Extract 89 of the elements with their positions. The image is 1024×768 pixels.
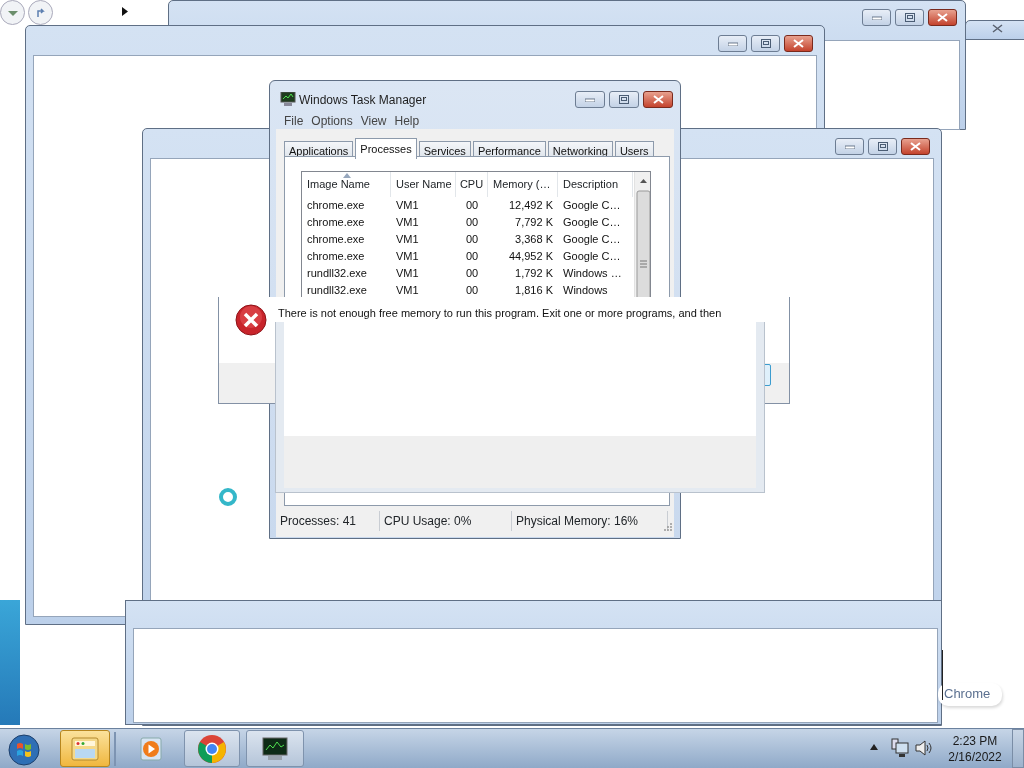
table-cell-text: chrome.exe [306, 232, 366, 248]
maximize-icon [760, 39, 771, 48]
table-cell-text: 00 [464, 283, 480, 299]
maximize-button[interactable] [609, 91, 639, 108]
play-icon [138, 735, 164, 762]
table-cell-text: 1,792 K [514, 266, 554, 282]
monitor-icon [280, 92, 296, 106]
table-cell-text: Windows … [562, 266, 623, 282]
close-button[interactable] [928, 9, 957, 26]
table-cell-text: 00 [464, 215, 480, 231]
table-cell-text: VM1 [395, 198, 420, 214]
maximize-button[interactable] [895, 9, 924, 26]
maximize-icon [619, 95, 629, 104]
table-cell-text: VM1 [395, 232, 420, 248]
close-icon [793, 39, 804, 48]
arrow-icon [34, 7, 47, 20]
maximize-button[interactable] [751, 35, 780, 52]
table-cell-text: VM1 [395, 266, 420, 282]
table-cell-text: rundll32.exe [306, 266, 368, 282]
status-text: CPU Usage: 0% [380, 511, 512, 531]
close-button[interactable] [784, 35, 813, 52]
table-cell-text: rundll32.exe [306, 283, 368, 299]
clock-time[interactable]: 2:23 PM [952, 733, 998, 749]
minimize-button[interactable] [835, 138, 864, 155]
table-cell-text: VM1 [395, 215, 420, 231]
status-text: Processes: 41 [276, 511, 380, 531]
table-cell-text: 1,816 K [514, 283, 554, 299]
menu-item[interactable]: File [280, 112, 308, 130]
close-icon [991, 24, 1003, 33]
table-cell-text: Google C… [562, 249, 622, 265]
table-cell-text: 00 [464, 232, 480, 248]
menu-item[interactable]: View [356, 112, 391, 130]
app-label: Chrome [938, 683, 1003, 706]
close-button[interactable] [901, 138, 930, 155]
minimize-icon [727, 41, 738, 46]
table-cell-text: 12,492 K [507, 198, 554, 214]
table-cell-text: 00 [464, 249, 480, 265]
task-manager-button[interactable] [246, 730, 304, 767]
minimize-button[interactable] [862, 9, 891, 26]
folder-icon [70, 735, 100, 762]
clock-date[interactable]: 2/16/2022 [948, 749, 1002, 765]
table-cell-text: VM1 [395, 249, 420, 265]
minimize-button[interactable] [718, 35, 747, 52]
table-cell-text: chrome.exe [306, 198, 366, 214]
close-icon [937, 13, 948, 22]
maximize-icon [904, 13, 915, 22]
folder-icon-button[interactable] [60, 730, 110, 767]
minimize-icon [585, 97, 595, 102]
chrome-logo-icon [197, 733, 227, 764]
close-button[interactable] [643, 91, 673, 108]
error-message: There is not enough free memory to run this program. Exit one or more programs, and then [278, 306, 722, 320]
error-icon [235, 304, 267, 336]
menu-item[interactable]: Help [390, 112, 424, 130]
table-cell-text: chrome.exe [306, 249, 366, 265]
caret-icon [122, 7, 128, 16]
table-cell-text: Google C… [562, 215, 622, 231]
sort-arrow-icon [343, 173, 351, 178]
maximize-button[interactable] [868, 138, 897, 155]
show-hidden-icons-button[interactable] [870, 744, 878, 750]
table-cell-text: Google C… [562, 198, 622, 214]
menu-item[interactable]: Options [307, 112, 357, 130]
taskbar-separator [114, 732, 116, 766]
close-icon [910, 142, 921, 151]
resize-grip-icon [664, 523, 672, 531]
tab[interactable]: Processes [355, 138, 417, 159]
table-cell-text: VM1 [395, 283, 420, 299]
table-cell-text: Google C… [562, 232, 622, 248]
table-cell-text: 3,368 K [514, 232, 554, 248]
table-cell-text: 44,952 K [507, 249, 554, 265]
maximize-icon [877, 142, 888, 151]
chrome-button[interactable] [184, 730, 240, 767]
table-cell-text: Windows [562, 283, 609, 299]
monitor-icon [260, 735, 290, 762]
network-icon[interactable] [891, 738, 909, 758]
table-cell-text: 00 [464, 198, 480, 214]
windows-logo-icon [8, 733, 40, 766]
minimize-button[interactable] [575, 91, 605, 108]
back-button[interactable] [0, 0, 25, 25]
window-title: Windows Task Manager [299, 92, 427, 109]
table-cell-text: chrome.exe [306, 215, 366, 231]
forward-button[interactable] [28, 0, 53, 25]
table-cell-text: 7,792 K [514, 215, 554, 231]
close-icon [652, 95, 664, 104]
table-cell-text: 00 [464, 266, 480, 282]
busy-ring-icon [218, 487, 238, 507]
minimize-icon [844, 144, 855, 149]
speaker-icon[interactable] [915, 740, 933, 756]
minimize-icon [871, 15, 882, 20]
text-cursor [942, 650, 943, 700]
